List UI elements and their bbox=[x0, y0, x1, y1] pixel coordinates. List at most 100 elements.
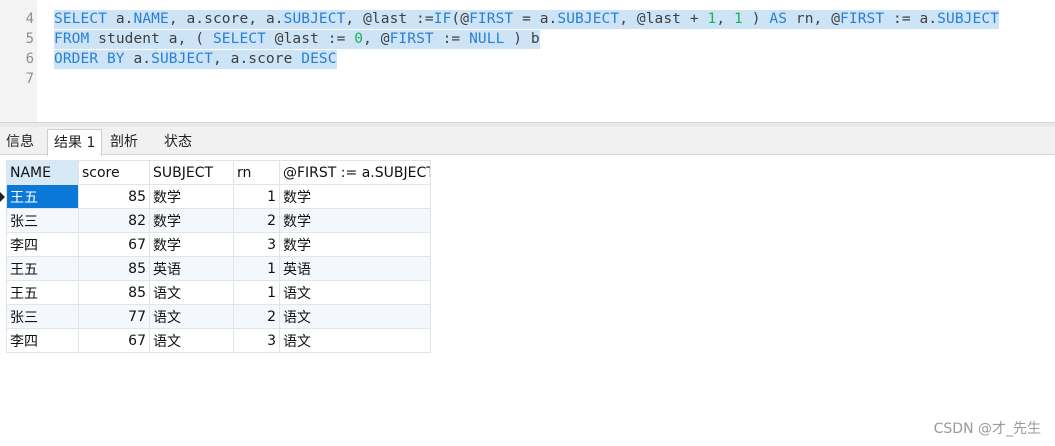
code-token: a. bbox=[106, 11, 134, 27]
cell-score[interactable]: 85 bbox=[78, 184, 150, 209]
code-line[interactable]: SELECT a.NAME, a.score, a.SUBJECT, @last… bbox=[54, 10, 999, 29]
code-token: := a. bbox=[884, 11, 938, 27]
table-row[interactable]: 张三 82 数学 2 数学 bbox=[6, 208, 431, 233]
code-line[interactable]: FROM student a, ( SELECT @last := 0, @FI… bbox=[54, 30, 540, 49]
cell-name[interactable]: 张三 bbox=[6, 304, 79, 329]
code-token: , bbox=[716, 11, 735, 27]
cell-rn[interactable]: 2 bbox=[233, 208, 280, 233]
cell-score[interactable]: 82 bbox=[78, 208, 150, 233]
code-token: AS bbox=[769, 11, 788, 27]
code-token: , @ bbox=[363, 31, 390, 47]
tab-profile[interactable]: 剖析 bbox=[104, 129, 144, 155]
cell-subject[interactable]: 语文 bbox=[149, 328, 234, 353]
cell-first[interactable]: 数学 bbox=[279, 184, 431, 209]
column-header-rn[interactable]: rn bbox=[233, 160, 280, 185]
code-token: := bbox=[433, 31, 470, 47]
code-token: NULL bbox=[469, 31, 505, 47]
code-token: FIRST bbox=[469, 11, 514, 27]
cell-first[interactable]: 数学 bbox=[279, 208, 431, 233]
cell-first[interactable]: 语文 bbox=[279, 280, 431, 305]
cell-subject[interactable]: 数学 bbox=[149, 232, 234, 257]
cell-subject[interactable]: 数学 bbox=[149, 208, 234, 233]
code-token: SUBJECT bbox=[557, 11, 620, 27]
cell-subject[interactable]: 语文 bbox=[149, 304, 234, 329]
cell-subject[interactable]: 英语 bbox=[149, 256, 234, 281]
code-token: ) b bbox=[504, 31, 540, 47]
code-token: = a. bbox=[513, 11, 558, 27]
cell-subject[interactable]: 数学 bbox=[149, 184, 234, 209]
header-row: NAME score SUBJECT rn @FIRST := a.SUBJEC… bbox=[6, 160, 431, 185]
tab-status[interactable]: 状态 bbox=[158, 129, 198, 155]
code-token: ) bbox=[742, 11, 770, 27]
table-row[interactable]: 李四 67 数学 3 数学 bbox=[6, 232, 431, 257]
table-row[interactable]: 王五 85 语文 1 语文 bbox=[6, 280, 431, 305]
code-token: @last := bbox=[265, 31, 355, 47]
watermark: CSDN @才_先生 bbox=[933, 421, 1041, 437]
code-token: NAME bbox=[133, 11, 169, 27]
cell-name[interactable]: 王五 bbox=[6, 184, 79, 209]
cell-score[interactable]: 77 bbox=[78, 304, 150, 329]
code-token: , a.score bbox=[212, 51, 302, 67]
cell-rn[interactable]: 3 bbox=[233, 232, 280, 257]
line-number: 7 bbox=[25, 71, 34, 87]
cell-name[interactable]: 李四 bbox=[6, 232, 79, 257]
code-token: rn, @ bbox=[787, 11, 841, 27]
line-number: 5 bbox=[25, 31, 34, 47]
code-token: IF bbox=[433, 11, 452, 27]
code-token: , @last := bbox=[345, 11, 434, 27]
column-header-subject[interactable]: SUBJECT bbox=[149, 160, 234, 185]
code-token: SUBJECT bbox=[937, 11, 999, 27]
code-token: (@ bbox=[451, 11, 470, 27]
table-row[interactable]: 李四 67 语文 3 语文 bbox=[6, 328, 431, 353]
code-token: FROM bbox=[54, 31, 90, 47]
code-token: a. bbox=[124, 51, 152, 67]
result-grid: NAME score SUBJECT rn @FIRST := a.SUBJEC… bbox=[0, 157, 1055, 446]
code-token: FIRST bbox=[389, 31, 434, 47]
code-line[interactable]: ORDER BY a.SUBJECT, a.score DESC bbox=[54, 50, 337, 69]
cell-rn[interactable]: 1 bbox=[233, 280, 280, 305]
code-token: student a, ( bbox=[89, 31, 213, 47]
cell-name[interactable]: 王五 bbox=[6, 256, 79, 281]
table-row[interactable]: 王五 85 数学 1 数学 bbox=[6, 184, 431, 209]
results-table: NAME score SUBJECT rn @FIRST := a.SUBJEC… bbox=[6, 160, 431, 353]
table-row[interactable]: 王五 85 英语 1 英语 bbox=[6, 256, 431, 281]
tab-info[interactable]: 信息 bbox=[0, 129, 40, 155]
cell-name[interactable]: 张三 bbox=[6, 208, 79, 233]
code-token: DESC bbox=[301, 51, 337, 67]
code-token: SUBJECT bbox=[283, 11, 346, 27]
code-token: FIRST bbox=[840, 11, 885, 27]
cell-score[interactable]: 67 bbox=[78, 328, 150, 353]
cell-rn[interactable]: 2 bbox=[233, 304, 280, 329]
cell-score[interactable]: 67 bbox=[78, 232, 150, 257]
cell-rn[interactable]: 3 bbox=[233, 328, 280, 353]
cell-score[interactable]: 85 bbox=[78, 280, 150, 305]
table-row[interactable]: 张三 77 语文 2 语文 bbox=[6, 304, 431, 329]
column-header-name[interactable]: NAME bbox=[6, 160, 79, 185]
code-token: 1 bbox=[734, 11, 743, 27]
line-number: 4 bbox=[25, 11, 34, 27]
line-number-gutter: 4 5 6 7 bbox=[0, 0, 37, 122]
cell-rn[interactable]: 1 bbox=[233, 184, 280, 209]
cell-subject[interactable]: 语文 bbox=[149, 280, 234, 305]
cell-name[interactable]: 王五 bbox=[6, 280, 79, 305]
cell-first[interactable]: 英语 bbox=[279, 256, 431, 281]
cell-name[interactable]: 李四 bbox=[6, 328, 79, 353]
code-token: SUBJECT bbox=[151, 51, 213, 67]
cell-first[interactable]: 语文 bbox=[279, 304, 431, 329]
code-token: 0 bbox=[354, 31, 364, 47]
cell-rn[interactable]: 1 bbox=[233, 256, 280, 281]
cell-score[interactable]: 85 bbox=[78, 256, 150, 281]
code-token: , @last + bbox=[619, 11, 708, 27]
tab-result-1[interactable]: 结果 1 bbox=[47, 129, 103, 156]
result-tab-bar: 信息 结果 1 剖析 状态 bbox=[0, 127, 1055, 156]
sql-editor[interactable]: 4 5 6 7 SELECT a.NAME, a.score, a.SUBJEC… bbox=[0, 0, 1055, 122]
code-token: ORDER BY bbox=[54, 51, 125, 67]
code-token: SELECT bbox=[212, 31, 266, 47]
code-token: SELECT bbox=[54, 11, 107, 27]
row-pointer-icon bbox=[0, 192, 5, 202]
code-token: , a.score, a. bbox=[168, 11, 284, 27]
cell-first[interactable]: 数学 bbox=[279, 232, 431, 257]
cell-first[interactable]: 语文 bbox=[279, 328, 431, 353]
column-header-first[interactable]: @FIRST := a.SUBJECT bbox=[279, 160, 431, 185]
column-header-score[interactable]: score bbox=[78, 160, 150, 185]
